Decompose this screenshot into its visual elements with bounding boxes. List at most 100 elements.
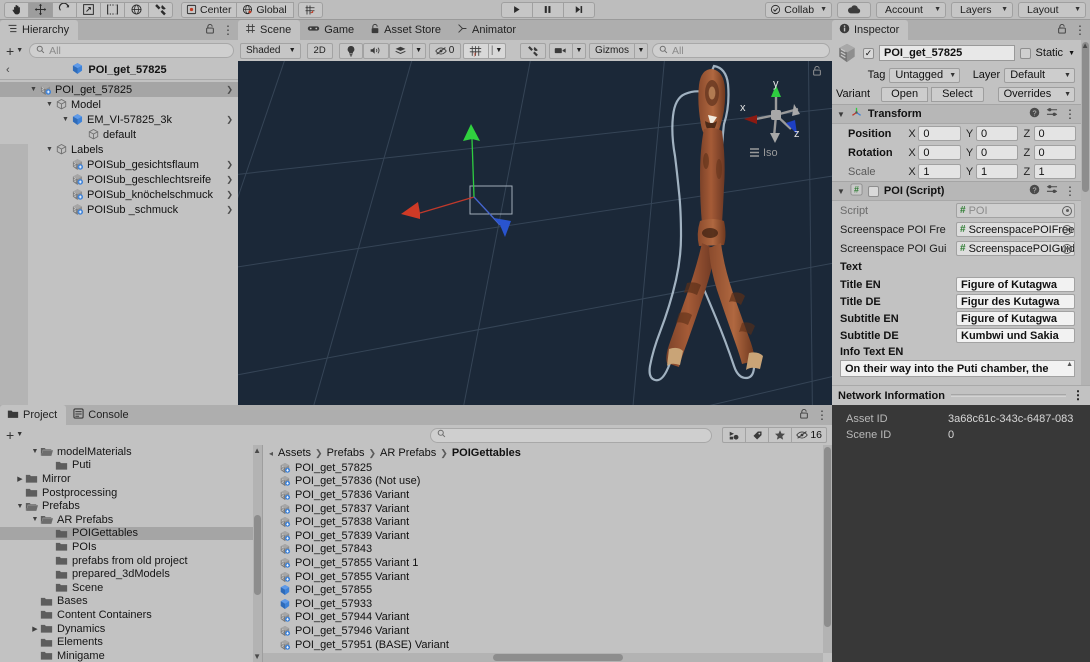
tab-game[interactable]: Game	[300, 20, 364, 40]
create-asset-button[interactable]: + ▼	[4, 428, 25, 442]
hidden-assets-count[interactable]: 16	[791, 427, 827, 443]
layout-button[interactable]: Layout ▼	[1018, 1, 1087, 18]
info-text-en-textarea[interactable]: On their way into the Puti chamber, the …	[840, 360, 1075, 377]
rotate-tool-button[interactable]	[52, 1, 77, 18]
hand-tool-button[interactable]	[4, 1, 29, 18]
hierarchy-item[interactable]: default	[0, 127, 238, 142]
scene-orientation-gizmo[interactable]: y x z Iso	[728, 65, 824, 161]
lock-icon[interactable]	[1057, 23, 1067, 37]
scene-lock-icon[interactable]	[812, 65, 822, 79]
asset-row[interactable]: POI_get_57933	[263, 597, 832, 611]
network-information-header[interactable]: Network Information ⋮	[832, 385, 1090, 405]
poi-text-input[interactable]: Figur des Kutagwa	[956, 294, 1075, 309]
cloud-button[interactable]	[837, 1, 872, 18]
chevron-right-icon[interactable]: ❯	[226, 115, 233, 124]
object-picker-icon[interactable]	[1062, 205, 1072, 216]
network-menu-icon[interactable]: ⋮	[1072, 389, 1084, 401]
transform-z-input[interactable]: 0	[1033, 126, 1077, 141]
hierarchy-item[interactable]: ▼ Model	[0, 97, 238, 112]
chevron-right-icon[interactable]: ❯	[226, 190, 233, 199]
chevron-right-icon[interactable]: ❯	[226, 160, 233, 169]
chevron-down-icon[interactable]: ▼	[1068, 50, 1075, 57]
gizmos-dropdown[interactable]: ▼	[634, 42, 648, 59]
project-folder-row[interactable]: ▼ modelMaterials	[0, 445, 262, 459]
asset-list-scrollbar[interactable]	[823, 445, 832, 653]
transform-x-input[interactable]: 1	[918, 164, 961, 179]
favorites-button[interactable]	[768, 427, 793, 443]
tab-hierarchy[interactable]: Hierarchy	[0, 20, 79, 40]
disclosure-triangle-icon[interactable]: ▼	[30, 516, 40, 523]
scene-viewport[interactable]: y x z Iso	[238, 61, 832, 405]
folder-tree-scrollbar[interactable]	[253, 445, 262, 662]
preset-icon[interactable]	[1046, 107, 1058, 121]
disclosure-triangle-icon[interactable]: ▼	[15, 503, 25, 510]
filter-by-label-button[interactable]	[745, 427, 770, 443]
transform-y-input[interactable]: 1	[975, 164, 1019, 179]
overrides-dropdown[interactable]: Overrides ▼	[997, 86, 1075, 102]
asset-row[interactable]: POI_get_57946 Variant	[263, 624, 832, 638]
project-folder-row[interactable]: Content Containers	[0, 608, 262, 622]
inspector-menu-icon[interactable]: ⋮	[1074, 24, 1086, 36]
object-name-input[interactable]: POI_get_57825	[879, 45, 1015, 61]
poi-property-objectfield[interactable]: # ScreenspacePOIFree	[956, 222, 1075, 237]
poi-script-menu-icon[interactable]: ⋮	[1064, 185, 1076, 197]
tab-project[interactable]: Project	[0, 405, 67, 425]
tag-dropdown[interactable]: Untagged ▼	[889, 67, 961, 83]
lock-icon[interactable]	[205, 23, 215, 37]
project-menu-icon[interactable]: ⋮	[816, 409, 828, 421]
transform-x-input[interactable]: 0	[918, 126, 961, 141]
scene-camera-button[interactable]	[549, 42, 573, 59]
chevron-down-icon[interactable]: ▼	[837, 110, 845, 119]
project-folder-row[interactable]: Minigame	[0, 649, 262, 662]
scene-audio-button[interactable]	[362, 42, 389, 59]
scene-grid-visibility-button[interactable]: y	[462, 42, 489, 59]
scene-lighting-button[interactable]	[338, 42, 363, 59]
project-folder-row[interactable]: POIGettables	[0, 526, 262, 541]
project-folder-row[interactable]: ▼ AR Prefabs	[0, 513, 262, 527]
gizmos-button[interactable]: Gizmos	[589, 42, 635, 59]
transform-y-input[interactable]: 0	[975, 126, 1019, 141]
disclosure-triangle-icon[interactable]: ▼	[44, 146, 55, 153]
move-tool-button[interactable]	[28, 1, 53, 18]
help-icon[interactable]: ?	[1029, 107, 1040, 121]
2d-toggle-button[interactable]: 2D	[306, 42, 333, 59]
transform-tool-button[interactable]	[124, 1, 149, 18]
tab-scene[interactable]: Scene	[238, 20, 301, 40]
transform-menu-icon[interactable]: ⋮	[1064, 108, 1076, 120]
project-folder-row[interactable]: POIs	[0, 540, 262, 554]
scene-hidden-objects-button[interactable]: 0	[428, 42, 461, 59]
pause-button[interactable]	[531, 1, 564, 18]
object-picker-icon[interactable]	[1062, 224, 1072, 235]
account-button[interactable]: Account ▼	[876, 1, 947, 18]
asset-row[interactable]: POI_get_57825	[263, 461, 832, 475]
breadcrumb-assets[interactable]: Assets	[278, 447, 311, 459]
object-enabled-checkbox[interactable]: ✓	[863, 47, 874, 59]
transform-y-input[interactable]: 0	[975, 145, 1019, 160]
tab-inspector[interactable]: Inspector	[832, 20, 909, 40]
poi-script-component-header[interactable]: ▼ # POI (Script) ? ⋮	[832, 181, 1081, 201]
static-checkbox[interactable]	[1019, 47, 1031, 59]
disclosure-triangle-icon[interactable]: ▼	[28, 86, 39, 93]
project-folder-row[interactable]: Elements	[0, 635, 262, 649]
project-folder-row[interactable]: ▶ Mirror	[0, 472, 262, 486]
poi-script-enabled-checkbox[interactable]	[867, 185, 879, 197]
scroll-up-arrow-icon[interactable]: ▲	[1081, 41, 1089, 50]
poi-property-objectfield[interactable]: # POI	[956, 203, 1075, 218]
asset-list-hscrollbar[interactable]	[263, 653, 823, 662]
grid-snap-button[interactable]	[297, 1, 323, 18]
pivot-mode-button[interactable]: Center	[181, 1, 237, 18]
breadcrumb-left-arrow-icon[interactable]: ◂	[269, 449, 273, 458]
project-folder-row[interactable]: Puti	[0, 459, 262, 473]
hierarchy-item[interactable]: POISub_geschlechtsreife ❯	[0, 172, 238, 187]
disclosure-triangle-icon[interactable]: ▼	[30, 448, 40, 455]
asset-row[interactable]: POI_get_57839 Variant	[263, 529, 832, 543]
step-button[interactable]	[562, 1, 595, 18]
shading-mode-dropdown[interactable]: Shaded ▼	[240, 42, 301, 59]
rect-tool-button[interactable]	[100, 1, 125, 18]
object-picker-icon[interactable]	[1062, 243, 1072, 254]
poi-text-input[interactable]: Figure of Kutagwa	[956, 311, 1075, 326]
asset-row[interactable]: POI_get_57855 Variant	[263, 570, 832, 584]
preset-icon[interactable]	[1046, 184, 1058, 198]
asset-row[interactable]: POI_get_57838 Variant	[263, 515, 832, 529]
disclosure-triangle-icon[interactable]: ▶	[15, 475, 25, 483]
